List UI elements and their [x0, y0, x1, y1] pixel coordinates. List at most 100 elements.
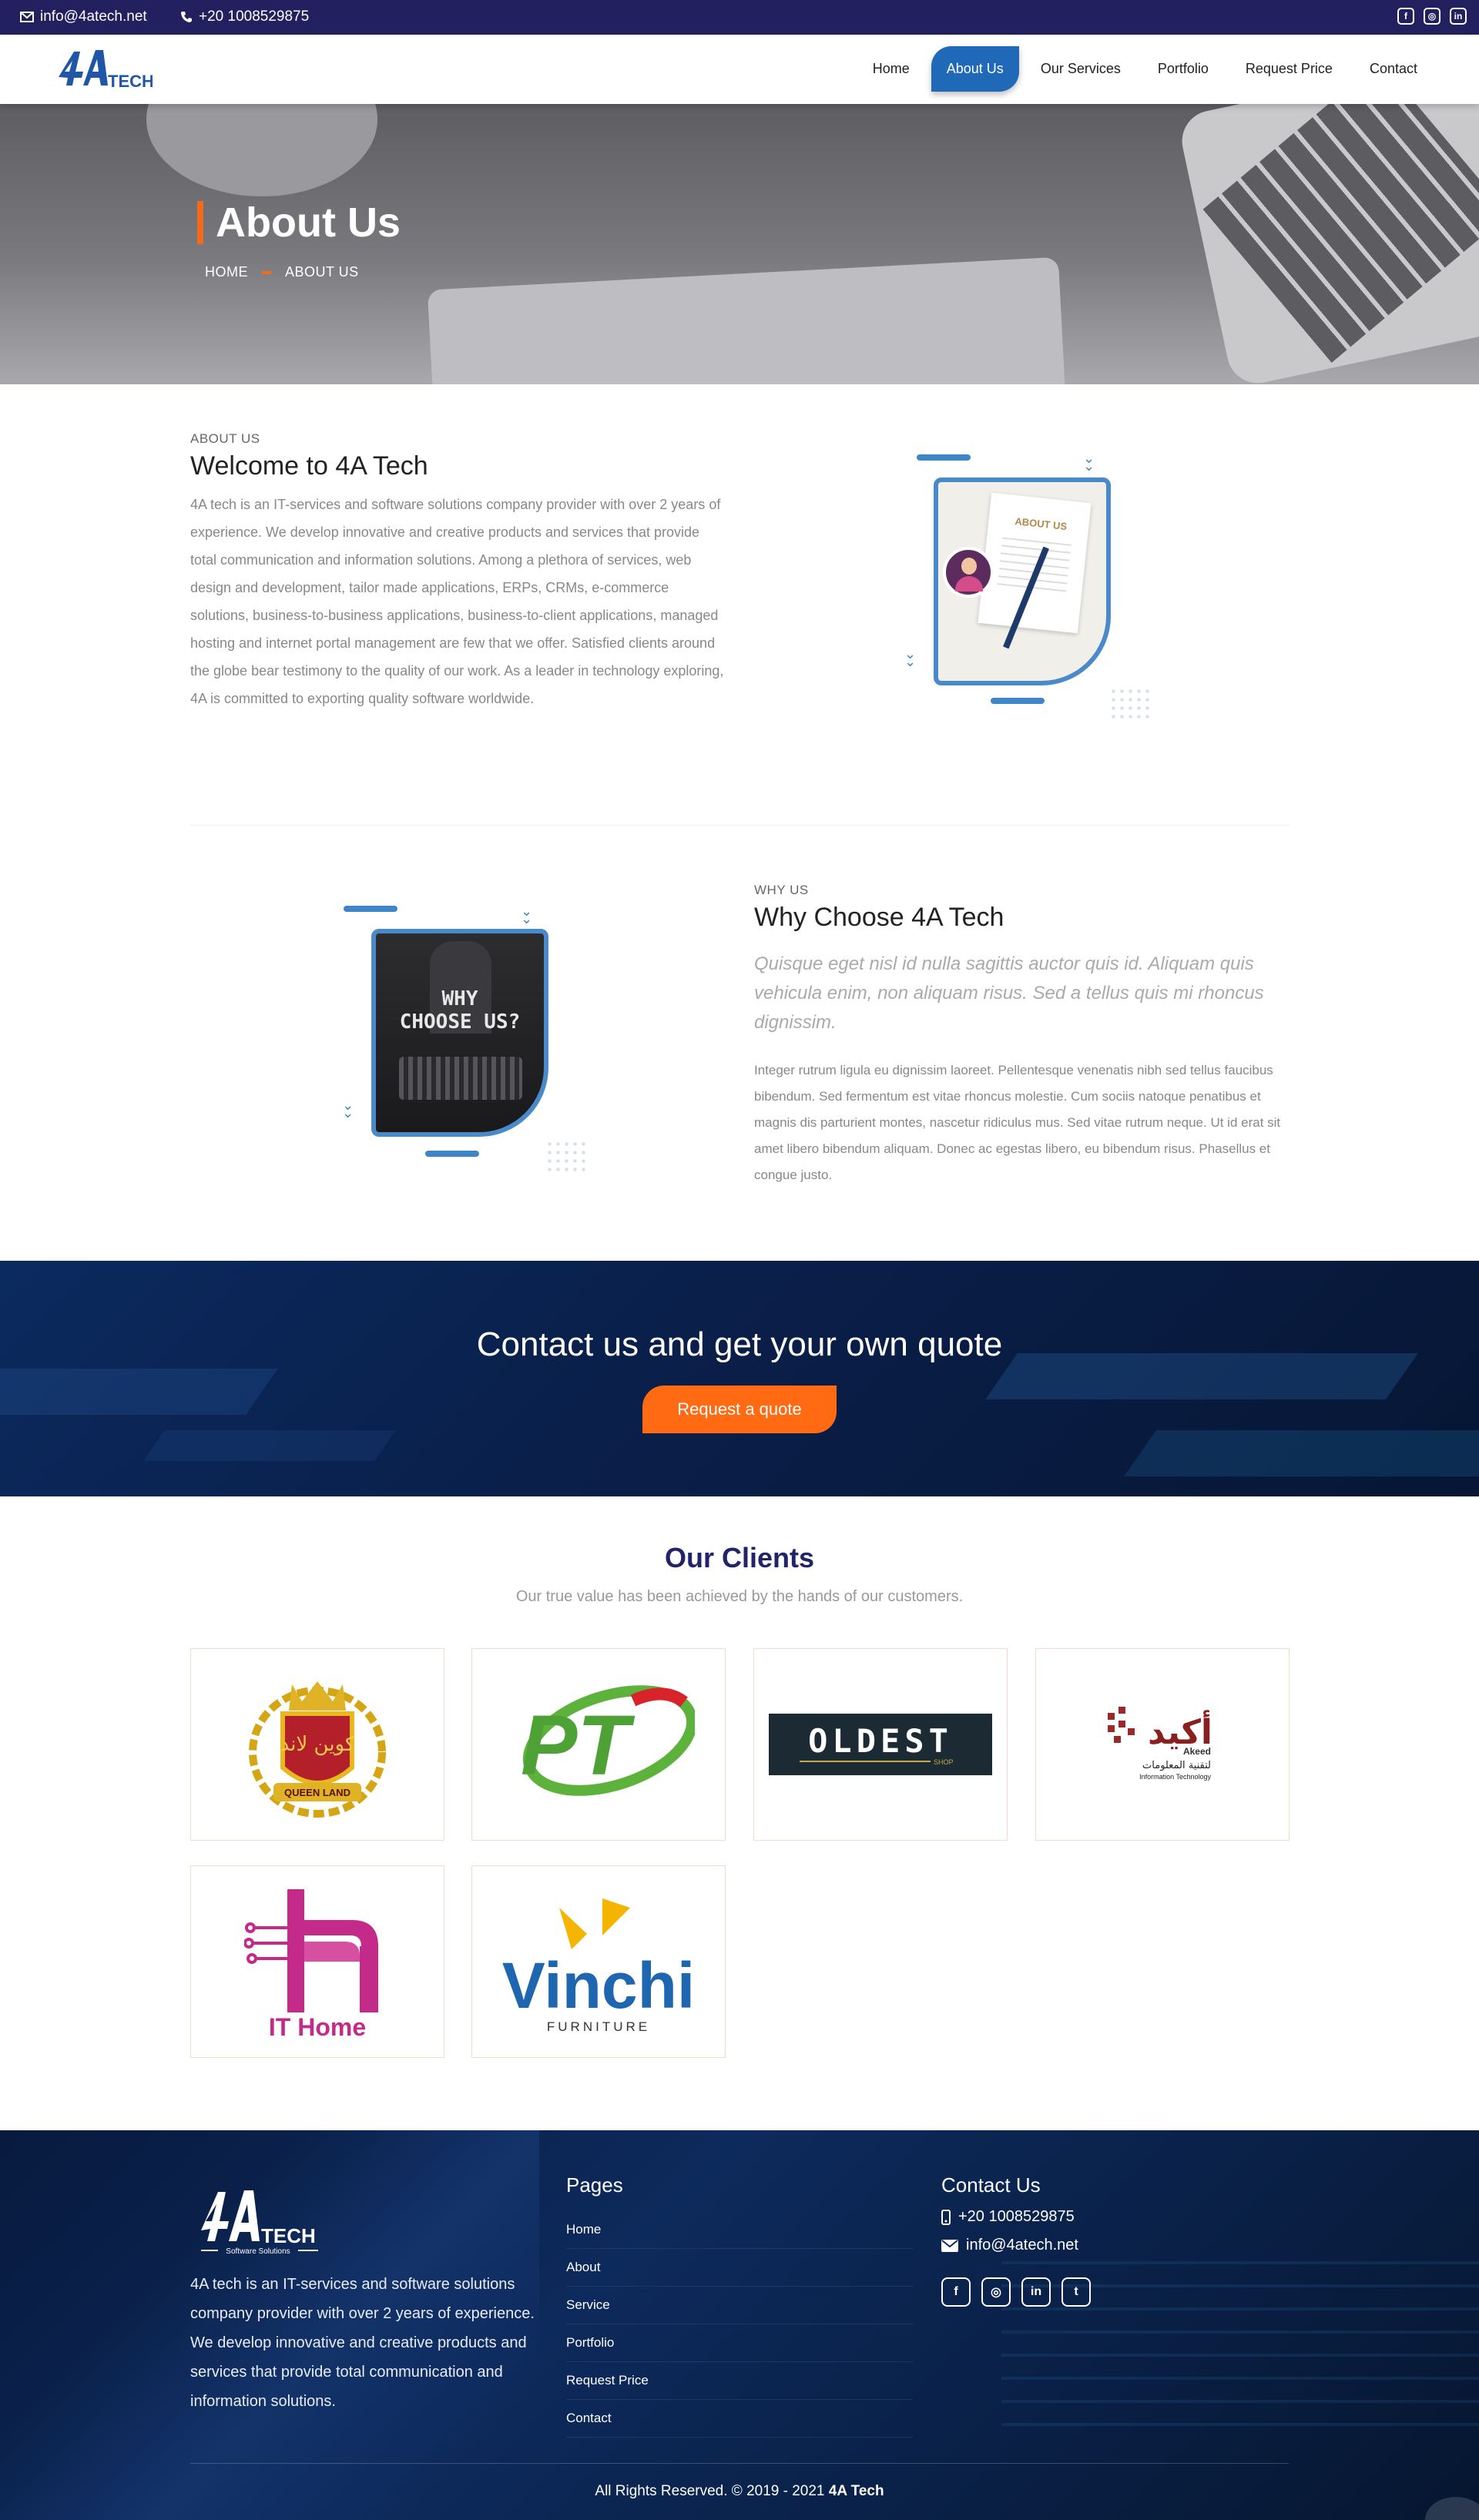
footer-link-home[interactable]: Home: [566, 2211, 913, 2249]
linkedin-icon[interactable]: in: [1021, 2277, 1051, 2307]
decor-dots: [545, 1140, 589, 1174]
tablet-icon: [399, 1057, 522, 1100]
footer-logo-tag: Software Solutions: [226, 2247, 290, 2256]
site-logo[interactable]: TECH: [52, 42, 154, 96]
why-image: WHY CHOOSE US?: [371, 929, 548, 1137]
about-section: ABOUT US Welcome to 4A Tech 4A tech is a…: [190, 431, 729, 712]
client-logo-queen-land[interactable]: كوين لاند QUEEN LAND: [190, 1648, 444, 1841]
akeed-sub: Information Technology: [1139, 1773, 1211, 1781]
akeed-name: Akeed: [1183, 1746, 1211, 1757]
decor-stripe: [0, 1369, 279, 1415]
vinchi-text: Vinchi: [502, 1949, 696, 2022]
nav-our-services[interactable]: Our Services: [1025, 46, 1136, 92]
chevron-down-icon: ⌄ ⌄: [904, 646, 917, 669]
decor-stripe: [1123, 1430, 1479, 1476]
instagram-icon[interactable]: ◎: [981, 2277, 1011, 2307]
nav-portfolio[interactable]: Portfolio: [1142, 46, 1224, 92]
oldest-sub: SHOP: [934, 1758, 954, 1766]
logo-sub: TECH: [108, 72, 153, 91]
topbar-email-text: info@4atech.net: [40, 8, 147, 25]
client-logo-it-home[interactable]: IT Home: [190, 1865, 444, 2058]
it-home-text: IT Home: [269, 2013, 366, 2039]
footer-link-portfolio[interactable]: Portfolio: [566, 2324, 913, 2362]
footer-pages-title: Pages: [566, 2173, 623, 2197]
why-image-text: WHY CHOOSE US?: [376, 987, 544, 1034]
pt-logo: PT: [521, 1685, 695, 1796]
hero-bg-notebook: [427, 256, 1068, 384]
breadcrumb-separator: [262, 271, 271, 274]
phone-icon: [181, 12, 192, 22]
why-image-line1: WHY: [441, 987, 478, 1010]
logo-mark: TECH: [59, 50, 154, 91]
avatar-icon: [943, 547, 994, 598]
nav-contact[interactable]: Contact: [1354, 46, 1433, 92]
quote-cta-banner: Contact us and get your own quote Reques…: [0, 1261, 1479, 1496]
footer-contact-title: Contact Us: [941, 2173, 1041, 2197]
client-logo-oldest[interactable]: OLDEST SHOP: [753, 1648, 1008, 1841]
about-body: 4A tech is an IT-services and software s…: [190, 497, 724, 706]
about-image: ABOUT US: [934, 478, 1111, 685]
section-divider: [189, 825, 1290, 826]
nav-home[interactable]: Home: [857, 46, 925, 92]
footer-phone-text: +20 1008529875: [958, 2208, 1075, 2225]
why-eyebrow: WHY US: [754, 883, 809, 897]
about-title: Welcome to 4A Tech: [190, 451, 428, 481]
topbar-phone[interactable]: +20 1008529875: [180, 8, 309, 25]
decor-dots: [1109, 687, 1152, 721]
footer-pages: Pages Home About Service Portfolio Reque…: [566, 2173, 913, 2438]
decor-stripe: [143, 1430, 397, 1461]
nav-about-us[interactable]: About Us: [931, 46, 1019, 92]
pt-text: PT: [521, 1698, 635, 1793]
facebook-icon[interactable]: f: [941, 2277, 971, 2307]
client-logo-vinchi[interactable]: Vinchi FURNITURE: [471, 1865, 726, 2058]
queen-land-arabic: كوين لاند: [280, 1733, 355, 1756]
topbar-email[interactable]: info@4atech.net: [20, 8, 147, 25]
footer-contact: Contact Us +20 1008529875 info@4atech.ne…: [941, 2173, 1091, 2307]
footer-divider: [190, 2463, 1289, 2464]
oldest-text: OLDEST: [808, 1722, 953, 1760]
it-home-logo: IT Home: [244, 1889, 378, 2039]
footer-social: f ◎ in t: [941, 2277, 1091, 2307]
scroll-to-top-button[interactable]: [1425, 2497, 1479, 2520]
copyright-brand: 4A Tech: [828, 2483, 884, 2499]
footer-link-about[interactable]: About: [566, 2249, 913, 2287]
footer-link-contact[interactable]: Contact: [566, 2400, 913, 2438]
clients-subtitle: Our true value has been achieved by the …: [515, 1588, 964, 1605]
request-quote-button[interactable]: Request a quote: [642, 1386, 837, 1433]
footer-about: TECH Software Solutions 4A tech is an IT…: [190, 2177, 537, 2416]
breadcrumb-home[interactable]: HOME: [205, 264, 248, 280]
decor-bar: [917, 454, 971, 461]
linkedin-icon[interactable]: in: [1450, 8, 1467, 25]
nav-request-price[interactable]: Request Price: [1230, 46, 1348, 92]
why-body: Integer rutrum ligula eu dignissim laore…: [754, 1063, 1281, 1182]
why-title: Why Choose 4A Tech: [754, 903, 1004, 932]
twitter-icon[interactable]: t: [1061, 2277, 1091, 2307]
decor-bar: [425, 1151, 479, 1157]
client-logo-pt[interactable]: PT: [471, 1648, 726, 1841]
footer-email[interactable]: info@4atech.net: [941, 2237, 1091, 2254]
client-logo-akeed[interactable]: أكيد Akeed لتقنية المعلومات Information …: [1035, 1648, 1290, 1841]
instagram-icon[interactable]: ◎: [1424, 8, 1440, 25]
envelope-icon: [941, 2239, 958, 2252]
clients-title: Our Clients: [664, 1542, 815, 1573]
breadcrumb: HOME ABOUT US: [205, 264, 359, 280]
breadcrumb-current: ABOUT US: [285, 264, 359, 280]
footer-link-request-price[interactable]: Request Price: [566, 2362, 913, 2400]
why-lead: Quisque eget nisl id nulla sagittis auct…: [754, 953, 1264, 1033]
facebook-icon[interactable]: f: [1397, 8, 1414, 25]
footer-link-service[interactable]: Service: [566, 2287, 913, 2324]
copyright: All Rights Reserved. © 2019 - 2021 4A Te…: [0, 2483, 1479, 2500]
nav-menu: Home About Us Our Services Portfolio Req…: [857, 46, 1433, 92]
footer-logo-sub: TECH: [261, 2224, 316, 2247]
footer-logo[interactable]: TECH Software Solutions: [190, 2177, 329, 2261]
document-icon: ABOUT US: [978, 492, 1092, 634]
oldest-logo: OLDEST SHOP: [769, 1714, 992, 1775]
site-footer: TECH Software Solutions 4A tech is an IT…: [0, 2130, 1479, 2520]
decor-bar: [991, 698, 1045, 704]
main-navbar: TECH Home About Us Our Services Portfoli…: [0, 35, 1479, 104]
topbar-phone-text: +20 1008529875: [199, 8, 310, 25]
copyright-text: All Rights Reserved. © 2019 - 2021: [595, 2483, 825, 2499]
akeed-arabic-sub: لتقنية المعلومات: [1142, 1760, 1211, 1771]
topbar-social: f ◎ in: [1397, 8, 1467, 25]
footer-phone[interactable]: +20 1008529875: [941, 2208, 1091, 2226]
